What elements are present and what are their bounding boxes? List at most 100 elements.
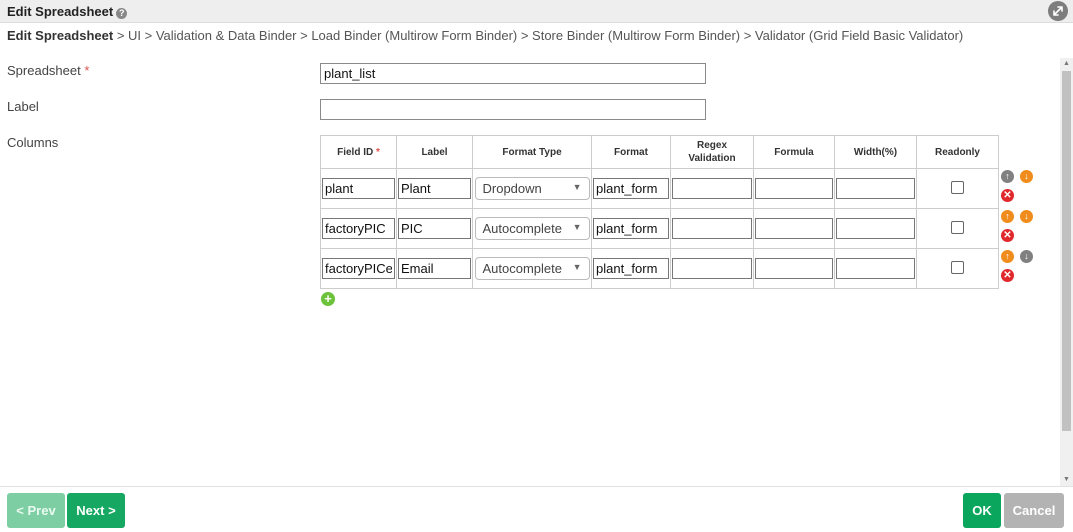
spreadsheet-input[interactable] (320, 63, 706, 84)
format-type-select[interactable]: Autocomplete ▼ (474, 257, 590, 280)
header-label: Label (396, 135, 473, 169)
row-controls-3: ↑ ↓ ✕ (1000, 249, 1036, 285)
header-field-id: Field ID * (320, 135, 397, 169)
vertical-scrollbar[interactable]: ▲ ▼ (1060, 58, 1073, 486)
formula-input[interactable] (755, 258, 833, 279)
cell-regex (670, 168, 754, 209)
cell-format (591, 168, 671, 209)
columns-label: Columns (7, 135, 59, 150)
ok-button[interactable]: OK (963, 493, 1001, 528)
required-marker: * (84, 63, 90, 78)
move-down-icon[interactable]: ↓ (1020, 250, 1033, 263)
dialog-footer: < Prev Next > OK Cancel (0, 486, 1073, 532)
field-id-input[interactable] (322, 258, 395, 279)
format-type-value: Dropdown (482, 181, 542, 196)
header-field-id-text: Field ID (337, 146, 374, 158)
cell-formula (753, 248, 835, 289)
regex-input[interactable] (672, 258, 752, 279)
chevron-down-icon: ▼ (572, 222, 582, 232)
delete-row-icon[interactable]: ✕ (1001, 229, 1014, 242)
next-button[interactable]: Next > (67, 493, 125, 528)
cell-label (396, 168, 473, 209)
expand-arrows-icon (1053, 6, 1063, 16)
move-up-icon[interactable]: ↑ (1001, 210, 1014, 223)
header-regex-line2: Validation (688, 153, 736, 164)
header-readonly: Readonly (916, 135, 999, 169)
scrollbar-thumb[interactable] (1062, 71, 1071, 431)
format-type-select[interactable]: Autocomplete ▼ (474, 217, 590, 240)
delete-row-icon[interactable]: ✕ (1001, 189, 1014, 202)
format-input[interactable] (593, 178, 669, 199)
required-marker: * (376, 146, 380, 158)
cell-label (396, 248, 473, 289)
label-cell-input[interactable] (398, 258, 471, 279)
formula-input[interactable] (755, 218, 833, 239)
scroll-up-icon[interactable]: ▲ (1060, 58, 1073, 70)
format-type-value: Autocomplete (482, 221, 563, 236)
table-row: Autocomplete ▼ (320, 248, 999, 289)
delete-row-icon[interactable]: ✕ (1001, 269, 1014, 282)
help-icon[interactable]: ? (116, 8, 128, 19)
header-format: Format (591, 135, 671, 169)
field-id-input[interactable] (322, 178, 395, 199)
cell-format (591, 208, 671, 249)
readonly-checkbox[interactable] (951, 180, 964, 194)
add-row-icon[interactable]: + (321, 292, 335, 306)
cell-width (834, 168, 917, 209)
move-down-icon[interactable]: ↓ (1020, 170, 1033, 183)
cell-width (834, 208, 917, 249)
label-input[interactable] (320, 99, 706, 120)
move-up-icon[interactable]: ↑ (1001, 250, 1014, 263)
cell-format-type: Autocomplete ▼ (472, 208, 592, 249)
breadcrumb-path: > UI > Validation & Data Binder > Load B… (113, 28, 964, 43)
readonly-checkbox[interactable] (951, 260, 964, 274)
dialog-title: Edit Spreadsheet? (7, 4, 128, 19)
cell-width (834, 248, 917, 289)
columns-grid: Field ID * Label Format Type Format Rege… (320, 135, 999, 289)
breadcrumb-current: Edit Spreadsheet (7, 28, 114, 43)
prev-button[interactable]: < Prev (7, 493, 65, 528)
move-down-icon[interactable]: ↓ (1020, 210, 1033, 223)
label-cell-input[interactable] (398, 178, 471, 199)
header-formula: Formula (753, 135, 835, 169)
spreadsheet-label: Spreadsheet * (7, 63, 89, 78)
cell-regex (670, 208, 754, 249)
header-regex-validation: Regex Validation (670, 135, 754, 169)
cell-format-type: Autocomplete ▼ (472, 248, 592, 289)
move-up-icon[interactable]: ↑ (1001, 170, 1014, 183)
regex-input[interactable] (672, 218, 752, 239)
format-type-select[interactable]: Dropdown ▼ (474, 177, 590, 200)
dialog-title-text: Edit Spreadsheet (7, 4, 114, 19)
scroll-down-icon[interactable]: ▼ (1060, 474, 1073, 486)
format-input[interactable] (593, 218, 669, 239)
header-format-type: Format Type (472, 135, 592, 169)
width-input[interactable] (836, 218, 915, 239)
dialog-titlebar: Edit Spreadsheet? (0, 0, 1073, 23)
format-input[interactable] (593, 258, 669, 279)
grid-header-row: Field ID * Label Format Type Format Rege… (320, 135, 999, 169)
cell-format-type: Dropdown ▼ (472, 168, 592, 209)
readonly-checkbox[interactable] (951, 220, 964, 234)
table-row: Autocomplete ▼ (320, 208, 999, 249)
header-regex-line1: Regex (696, 140, 727, 151)
regex-input[interactable] (672, 178, 752, 199)
width-input[interactable] (836, 258, 915, 279)
cell-readonly (916, 168, 999, 209)
expand-icon[interactable] (1048, 1, 1068, 21)
format-type-value: Autocomplete (482, 261, 563, 276)
field-id-input[interactable] (322, 218, 395, 239)
cell-readonly (916, 248, 999, 289)
cancel-button[interactable]: Cancel (1004, 493, 1064, 528)
cell-regex (670, 248, 754, 289)
header-width: Width(%) (834, 135, 917, 169)
table-row: Dropdown ▼ (320, 168, 999, 209)
label-cell-input[interactable] (398, 218, 471, 239)
label-label: Label (7, 99, 39, 114)
row-controls-2: ↑ ↓ ✕ (1000, 209, 1036, 245)
cell-format (591, 248, 671, 289)
cell-formula (753, 168, 835, 209)
formula-input[interactable] (755, 178, 833, 199)
cell-field-id (320, 168, 397, 209)
chevron-down-icon: ▼ (572, 262, 582, 272)
width-input[interactable] (836, 178, 915, 199)
